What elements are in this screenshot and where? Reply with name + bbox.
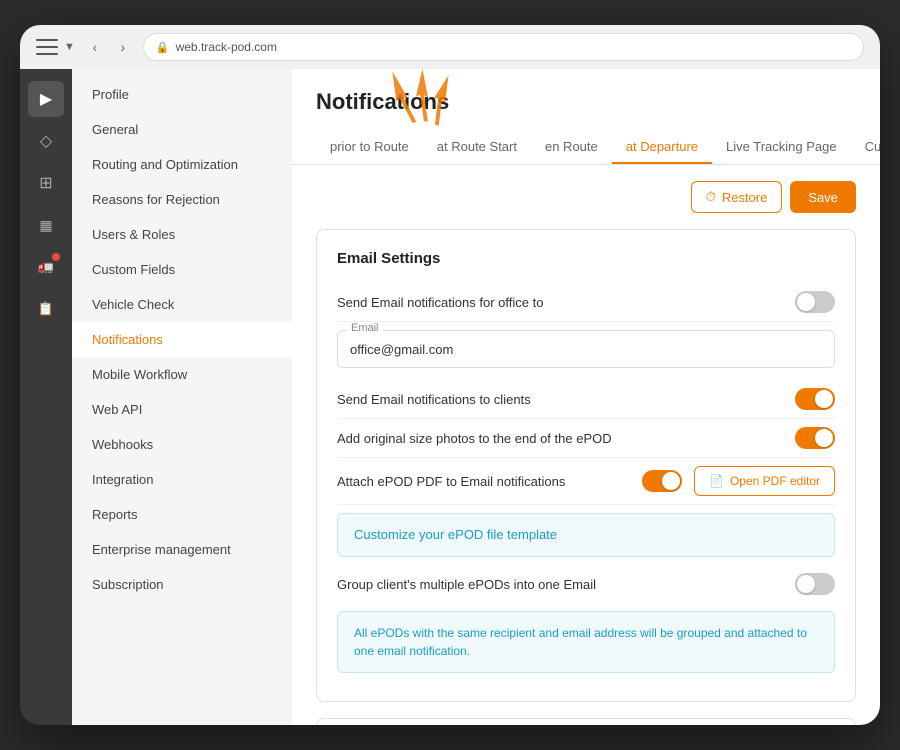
nav-users[interactable]: Users & Roles [72, 217, 292, 252]
nav-routing[interactable]: Routing and Optimization [72, 147, 292, 182]
pdf-icon: 📄 [709, 474, 724, 488]
group-label: Group client's multiple ePODs into one E… [337, 577, 596, 592]
nav-reports[interactable]: Reports [72, 497, 292, 532]
office-email-label: Send Email notifications for office to [337, 295, 543, 310]
page-title: Notifications [316, 89, 856, 115]
page-header: Notifications [292, 69, 880, 115]
tab-prior-to-route[interactable]: prior to Route [316, 131, 423, 164]
setting-row-group: Group client's multiple ePODs into one E… [337, 565, 835, 603]
nav-sidebar: Profile General Routing and Optimization… [72, 69, 292, 725]
email-settings-card: Email Settings Send Email notifications … [316, 229, 856, 702]
nav-webhooks[interactable]: Webhooks [72, 427, 292, 462]
group-info-text: All ePODs with the same recipient and em… [354, 624, 818, 660]
notification-badge [52, 253, 60, 261]
clients-toggle[interactable] [795, 388, 835, 410]
nav-enterprise[interactable]: Enterprise management [72, 532, 292, 567]
tab-en-route[interactable]: en Route [531, 131, 612, 164]
email-order-status-card: Email with Order Status Placeholders ⊞ E… [316, 718, 856, 725]
setting-row-photos: Add original size photos to the end of t… [337, 419, 835, 458]
customize-link-box: Customize your ePOD file template [337, 513, 835, 557]
nav-icon-1[interactable]: ◇ [28, 123, 64, 159]
nav-integration[interactable]: Integration [72, 462, 292, 497]
nav-icon-2[interactable]: ⊞ [28, 165, 64, 201]
lock-icon: 🔒 [156, 41, 170, 54]
browser-nav: ‹ › [83, 35, 135, 59]
nav-general[interactable]: General [72, 112, 292, 147]
nav-icon-0[interactable]: ▶ [28, 81, 64, 117]
nav-notifications[interactable]: Notifications [72, 322, 292, 357]
email-input-group: Email [337, 330, 835, 368]
photos-label: Add original size photos to the end of t… [337, 431, 612, 446]
address-bar[interactable]: 🔒 web.track-pod.com [143, 33, 864, 61]
office-email-toggle[interactable] [795, 291, 835, 313]
epod-label: Attach ePOD PDF to Email notifications [337, 474, 630, 489]
setting-row-epod: Attach ePOD PDF to Email notifications 📄… [337, 458, 835, 505]
back-btn[interactable]: ‹ [83, 35, 107, 59]
forward-btn[interactable]: › [111, 35, 135, 59]
nav-subscription[interactable]: Subscription [72, 567, 292, 602]
browser-bar: ▼ ‹ › 🔒 web.track-pod.com [20, 25, 880, 69]
main-content: Notifications prior to Route at Route St… [292, 69, 880, 725]
setting-row-office-email: Send Email notifications for office to [337, 283, 835, 322]
email-input-label: Email [347, 322, 383, 334]
office-email-input[interactable] [337, 330, 835, 368]
tabs-bar: prior to Route at Route Start en Route a… [292, 131, 880, 165]
open-pdf-editor-button[interactable]: 📄 Open PDF editor [694, 466, 835, 496]
url-text: web.track-pod.com [176, 40, 277, 54]
customize-link[interactable]: Customize your ePOD file template [354, 527, 557, 542]
nav-web-api[interactable]: Web API [72, 392, 292, 427]
toolbar: ⏱ Restore Save [316, 181, 856, 213]
clients-label: Send Email notifications to clients [337, 392, 531, 407]
nav-vehicle-check[interactable]: Vehicle Check [72, 287, 292, 322]
group-toggle[interactable] [795, 573, 835, 595]
nav-profile[interactable]: Profile [72, 77, 292, 112]
email-settings-title: Email Settings [337, 250, 835, 267]
nav-icon-3[interactable]: ▦ [28, 207, 64, 243]
group-info-box: All ePODs with the same recipient and em… [337, 611, 835, 673]
photos-toggle[interactable] [795, 427, 835, 449]
tab-at-departure[interactable]: at Departure [612, 131, 712, 164]
epod-toggle[interactable] [642, 470, 682, 492]
sidebar-toggle-btn[interactable] [36, 39, 58, 55]
setting-row-clients: Send Email notifications to clients [337, 380, 835, 419]
nav-custom-fields[interactable]: Custom Fields [72, 252, 292, 287]
nav-icon-4[interactable]: 🚛 [28, 249, 64, 285]
content-area: ⏱ Restore Save Email Settings Send Email… [292, 165, 880, 725]
browser-controls: ▼ [36, 39, 75, 55]
tab-custom[interactable]: Custom [851, 131, 880, 164]
nav-rejection[interactable]: Reasons for Rejection [72, 182, 292, 217]
save-button[interactable]: Save [790, 181, 856, 213]
icon-sidebar: ▶ ◇ ⊞ ▦ 🚛 📋 [20, 69, 72, 725]
nav-mobile-workflow[interactable]: Mobile Workflow [72, 357, 292, 392]
restore-button[interactable]: ⏱ Restore [691, 181, 783, 213]
restore-icon: ⏱ [706, 189, 716, 205]
nav-icon-5[interactable]: 📋 [28, 291, 64, 327]
tab-live-tracking[interactable]: Live Tracking Page [712, 131, 851, 164]
tab-at-route-start[interactable]: at Route Start [423, 131, 531, 164]
